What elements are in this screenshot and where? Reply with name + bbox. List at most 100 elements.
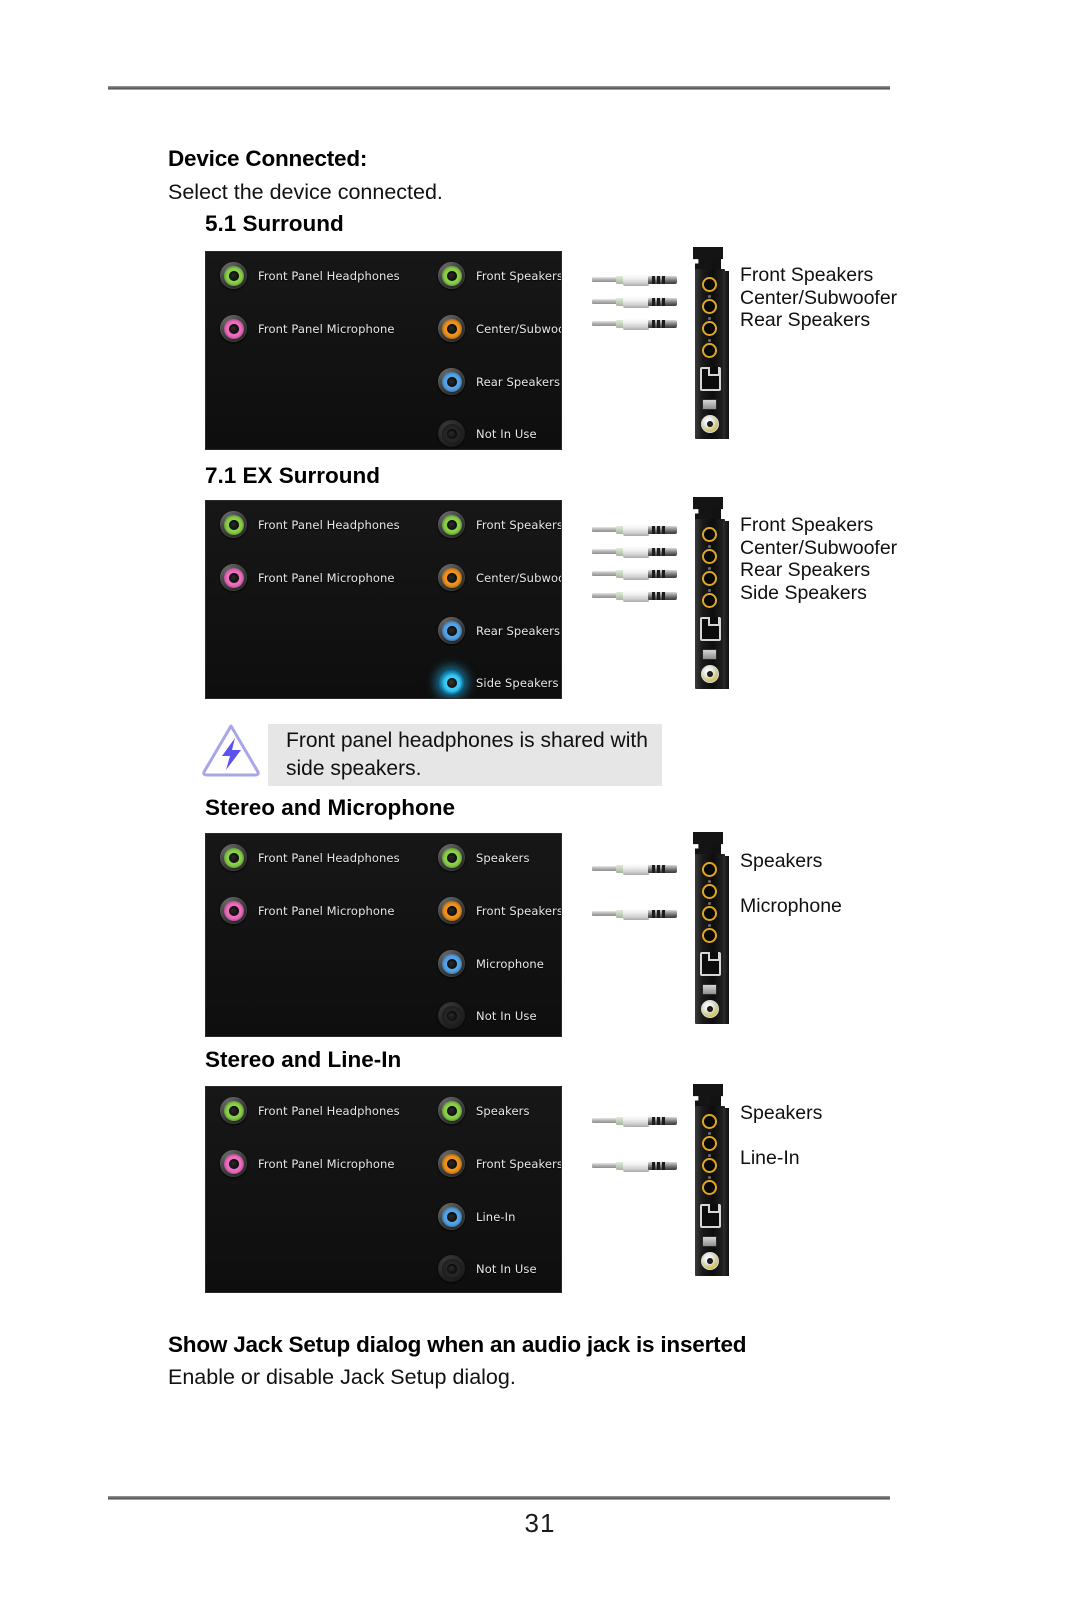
jack-row[interactable]: Front Speakers: [438, 262, 562, 289]
jack-row[interactable]: Front Speakers: [438, 511, 562, 538]
bracket-port-labels: Speakers Line-In: [740, 1102, 822, 1191]
jack-label: Rear Speakers: [476, 374, 561, 389]
audio-jack-icon: [438, 511, 465, 538]
jack-label: Front Speakers: [476, 268, 562, 283]
rj45-port: [700, 1204, 721, 1228]
jack-label: Front Speakers: [476, 903, 562, 918]
bracket-port-label: Speakers: [740, 850, 823, 872]
audio-jack-icon: [438, 1203, 465, 1230]
jack-label: Not In Use: [476, 426, 537, 441]
rca-port: [701, 665, 719, 683]
audio-jack-port: [702, 343, 717, 358]
jack-row[interactable]: Front Panel Microphone: [220, 1150, 395, 1177]
bracket-port-label: Front Speakers: [740, 514, 874, 536]
jack-label: Front Panel Microphone: [258, 903, 395, 918]
jack-label: Line-In: [476, 1209, 516, 1224]
audio-jack-icon: [438, 617, 465, 644]
page-title: Device Connected:: [168, 146, 368, 171]
audio-jack-icon: [438, 1255, 465, 1282]
jack-row[interactable]: Front Panel Headphones: [220, 511, 400, 538]
jack-row[interactable]: Rear Speakers: [438, 368, 560, 395]
jack-config-panel-stereo-linein: Front Panel Headphones Front Panel Microp…: [205, 1086, 562, 1293]
jack-row[interactable]: Center/Subwoofer: [438, 564, 561, 591]
audio-plug-icon: [592, 1114, 677, 1127]
optical-port: [702, 1236, 717, 1247]
footer-rule: [108, 1496, 890, 1500]
audio-jack-icon: [438, 1097, 465, 1124]
bracket-port-label: Center/Subwoofer: [740, 536, 898, 559]
jack-row[interactable]: Front Speakers: [438, 897, 562, 924]
bracket-port-labels: Speakers Microphone: [740, 850, 842, 939]
rca-port: [701, 1252, 719, 1270]
jack-label: Front Panel Headphones: [258, 1103, 400, 1118]
audio-jack-icon: [220, 511, 247, 538]
jack-row[interactable]: Front Panel Microphone: [220, 897, 395, 924]
audio-jack-port: [702, 549, 717, 564]
jack-row[interactable]: Microphone: [438, 950, 544, 977]
jack-row[interactable]: Front Panel Microphone: [220, 315, 395, 342]
audio-plug-icon: [592, 907, 677, 920]
audio-jack-port: [702, 299, 717, 314]
bracket-port-label: Front Speakers: [740, 264, 874, 286]
audio-jack-port: [702, 906, 717, 921]
audio-jack-icon: [220, 1097, 247, 1124]
footer-section-description: Enable or disable Jack Setup dialog.: [168, 1365, 516, 1389]
jack-label: Front Speakers: [476, 517, 562, 532]
jack-row[interactable]: Center/Subwoofer: [438, 315, 561, 342]
rca-port: [701, 1000, 719, 1018]
audio-jack-port: [702, 527, 717, 542]
config-heading-stereo-linein: Stereo and Line-In: [205, 1047, 402, 1072]
jack-row[interactable]: Rear Speakers: [438, 617, 560, 644]
audio-jack-port: [702, 571, 717, 586]
audio-jack-port: [702, 277, 717, 292]
jack-label: Front Panel Headphones: [258, 517, 400, 532]
audio-jack-port: [702, 884, 717, 899]
config-heading-stereo-microphone: Stereo and Microphone: [205, 795, 456, 820]
note-text: Front panel headphones is shared with si…: [286, 729, 648, 780]
audio-jack-icon: [220, 564, 247, 591]
bracket-port-label: Line-In: [740, 1146, 800, 1169]
jack-label: Front Speakers: [476, 1156, 562, 1171]
jack-row[interactable]: Side Speakers: [438, 669, 559, 696]
audio-jack-icon: [438, 368, 465, 395]
audio-jack-port: [702, 1136, 717, 1151]
jack-row[interactable]: Front Speakers: [438, 1150, 562, 1177]
jack-row[interactable]: Speakers: [438, 1097, 530, 1124]
audio-jack-icon: [438, 669, 465, 696]
optical-port: [702, 399, 717, 410]
jack-label: Not In Use: [476, 1008, 537, 1023]
jack-row[interactable]: Front Panel Headphones: [220, 844, 400, 871]
bracket-port-labels: Front Speakers Center/Subwoofer Rear Speak…: [740, 264, 897, 332]
audio-jack-icon: [220, 315, 247, 342]
audio-jack-icon: [438, 844, 465, 871]
jack-row[interactable]: Not In Use: [438, 420, 537, 447]
jack-config-panel-stereo-microphone: Front Panel Headphones Front Panel Microp…: [205, 833, 562, 1037]
audio-jack-port: [702, 1180, 717, 1195]
page-number: 31: [524, 1508, 556, 1538]
audio-jack-icon: [438, 564, 465, 591]
audio-plug-icon: [592, 1159, 677, 1172]
jack-row[interactable]: Front Panel Headphones: [220, 1097, 400, 1124]
jack-label: Microphone: [476, 956, 544, 971]
audio-jack-port: [702, 1114, 717, 1129]
audio-plug-icon: [592, 545, 677, 558]
jack-row[interactable]: Front Panel Headphones: [220, 262, 400, 289]
bracket-port-label: Side Speakers: [740, 581, 867, 604]
audio-plug-icon: [592, 295, 677, 308]
jack-label: Speakers: [476, 1103, 530, 1118]
audio-jack-icon: [438, 897, 465, 924]
jack-row[interactable]: Not In Use: [438, 1255, 537, 1282]
note-box: Front panel headphones is shared with si…: [268, 724, 662, 786]
jack-row[interactable]: Speakers: [438, 844, 530, 871]
audio-jack-icon: [438, 1150, 465, 1177]
audio-plug-icon: [592, 589, 677, 602]
jack-row[interactable]: Front Panel Microphone: [220, 564, 395, 591]
jack-label: Speakers: [476, 850, 530, 865]
audio-jack-port: [702, 321, 717, 336]
jack-label: Center/Subwoofer: [476, 321, 561, 336]
header-rule: [108, 86, 890, 90]
rj45-port: [700, 952, 721, 976]
audio-jack-icon: [220, 897, 247, 924]
jack-row[interactable]: Not In Use: [438, 1002, 537, 1029]
jack-row[interactable]: Line-In: [438, 1203, 516, 1230]
